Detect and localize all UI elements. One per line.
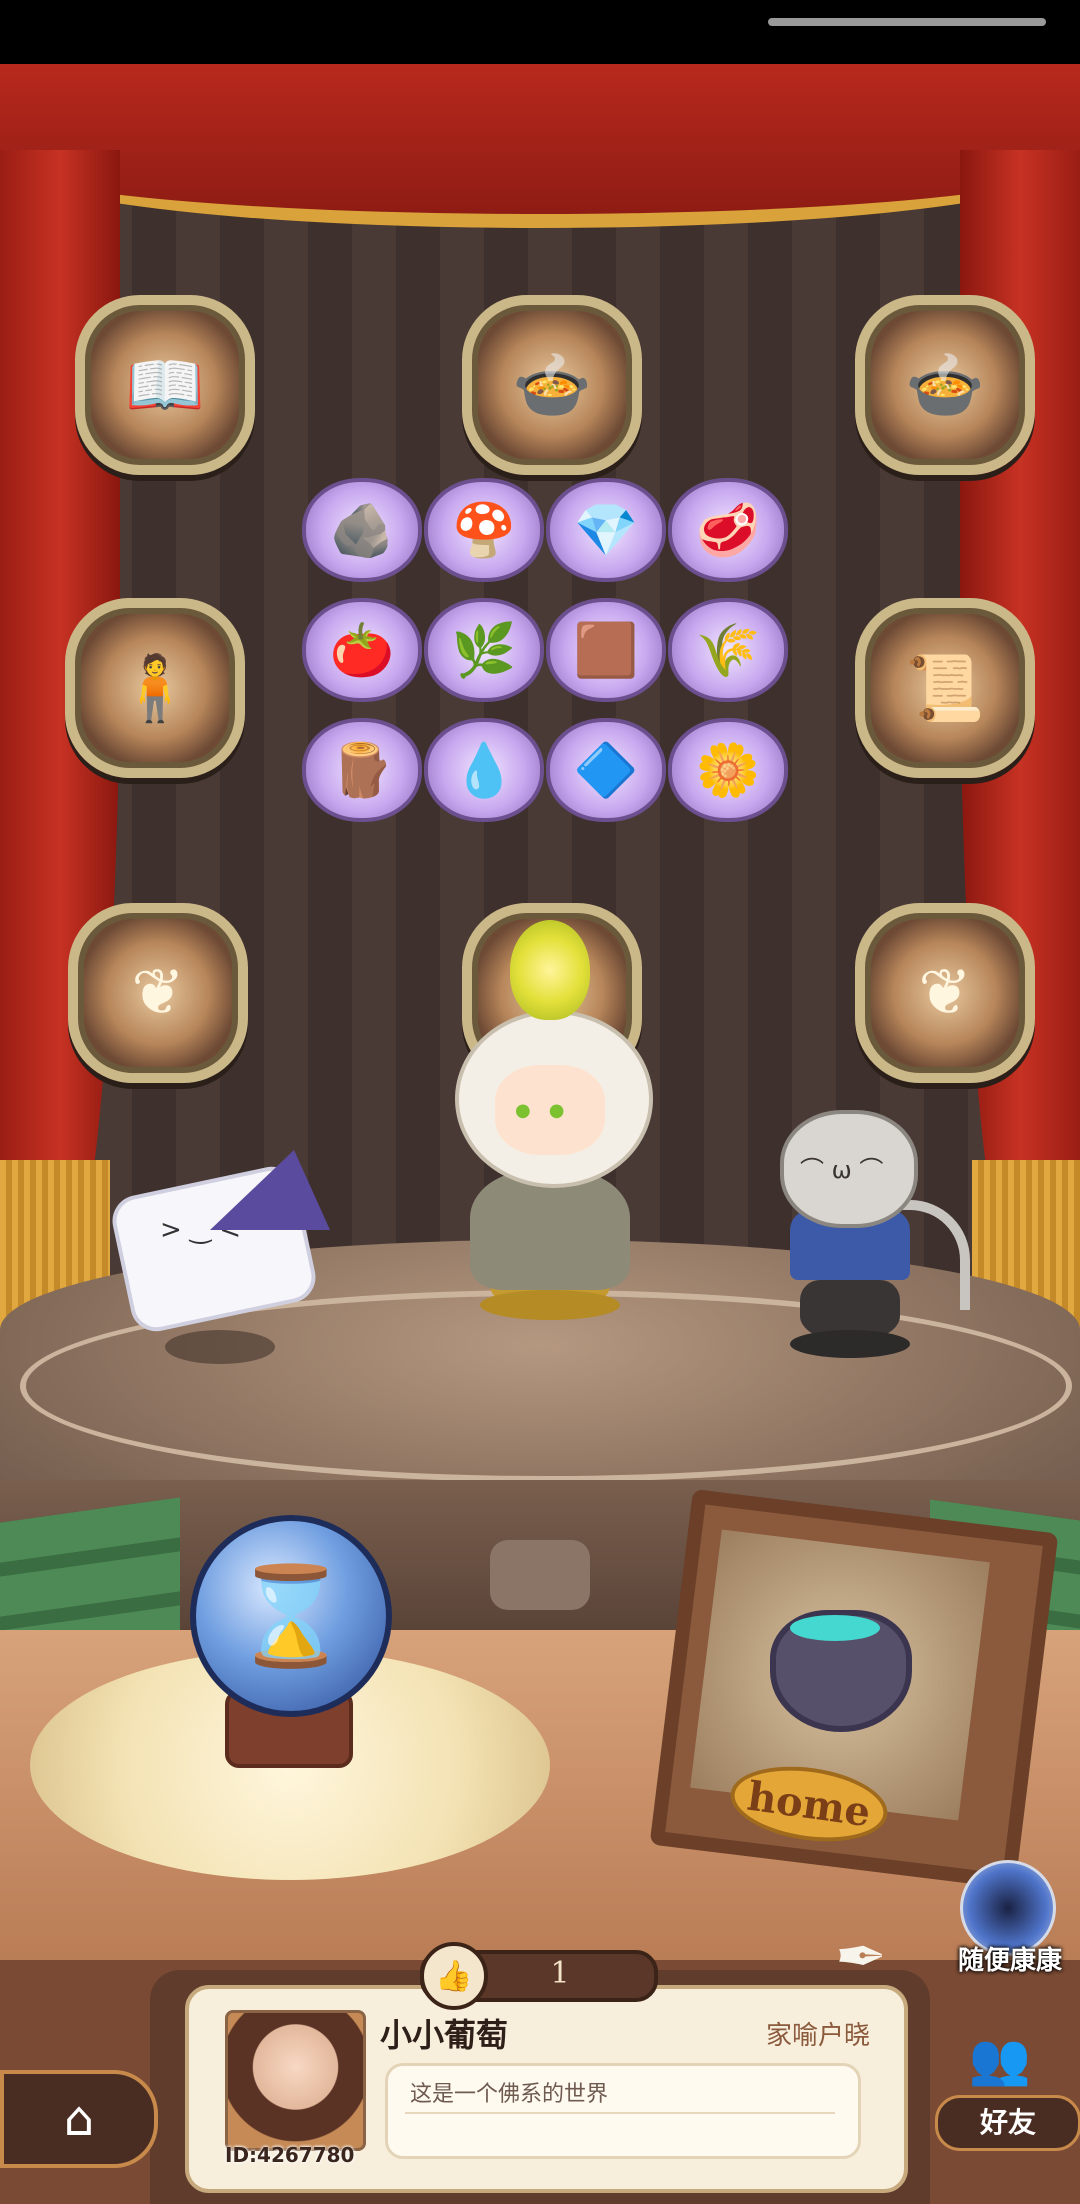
ornament-icon: ❦ — [131, 956, 185, 1030]
frame-ornament-left[interactable]: ❦ — [68, 903, 248, 1083]
avatar[interactable] — [225, 2010, 366, 2151]
stage-emblem — [490, 1540, 590, 1610]
friends-icon[interactable]: 👥 — [950, 2030, 1050, 2100]
ore-icon: 🪵 — [329, 740, 395, 801]
frame-ornament-right[interactable]: ❦ — [855, 903, 1035, 1083]
home-icon: ⌂ — [63, 2091, 95, 2147]
random-visit-button[interactable]: 随便康康 — [945, 1940, 1075, 1976]
cat-face: ⌒ ω ⌒ — [800, 1156, 884, 1184]
home-button[interactable]: ⌂ — [0, 2070, 158, 2168]
ingredient-purple-mushroom[interactable]: 🍄 — [424, 478, 544, 582]
thumbs-up-icon[interactable]: 👍 — [420, 1942, 488, 2010]
mud-icon: 🟫 — [573, 620, 639, 681]
frame-cauldron-center[interactable]: 🍲 — [462, 295, 642, 475]
frame-recipe-book[interactable]: 📖 — [75, 295, 255, 475]
ingredient-white-flower[interactable]: 🌼 — [668, 718, 788, 822]
ingredient-water-dish[interactable]: 💧 — [424, 718, 544, 822]
flame-icon — [510, 920, 590, 1020]
like-count: 1 — [550, 1956, 570, 1991]
ghost-shadow — [165, 1330, 275, 1364]
root-icon: 🥩 — [695, 500, 761, 561]
frame-cauldron-right[interactable]: 🍲 — [855, 295, 1035, 475]
chess-base — [790, 1330, 910, 1358]
mushroom-icon: 🍄 — [451, 500, 517, 561]
flower-icon: 🌼 — [695, 740, 761, 801]
ingredient-blue-powder[interactable]: 🔷 — [546, 718, 666, 822]
powder-icon: 🔷 — [573, 740, 639, 801]
book-icon: 📖 — [125, 348, 205, 423]
signature-text: 这是一个佛系的世界 — [410, 2082, 609, 2107]
herb-icon: 🌿 — [451, 620, 517, 681]
thumbs-up-glyph: 👍 — [435, 1958, 473, 1994]
candle-girl-body — [470, 1170, 630, 1290]
cauldron-icon: 🍲 — [905, 348, 985, 423]
frame-certificate[interactable]: 📜 — [855, 598, 1035, 778]
gesture-bar — [768, 18, 1046, 26]
hourglass-orb[interactable]: ⌛ — [190, 1515, 392, 1717]
doll-icon: 🧍 — [115, 651, 195, 726]
ingredient-wheat[interactable]: 🌾 — [668, 598, 788, 702]
ingredient-mud[interactable]: 🟫 — [546, 598, 666, 702]
ingredient-green-herb[interactable]: 🌿 — [424, 598, 544, 702]
cauldron-liquid — [790, 1615, 880, 1641]
ingredient-tomato[interactable]: 🍅 — [302, 598, 422, 702]
charcoal-icon: 🪨 — [329, 500, 395, 561]
candle-base — [480, 1290, 620, 1320]
nickname: 小小葡萄 — [380, 2016, 509, 2054]
status-bar — [0, 0, 1080, 64]
water-dish-icon: 💧 — [451, 740, 517, 801]
ingredient-white-crystal[interactable]: 💎 — [546, 478, 666, 582]
ingredient-charcoal[interactable]: 🪨 — [302, 478, 422, 582]
hourglass-icon: ⌛ — [231, 1559, 351, 1672]
friends-button[interactable]: 好友 — [935, 2095, 1080, 2151]
cauldron-icon: 🍲 — [512, 348, 592, 423]
curtain-top — [0, 64, 1080, 228]
ornament-icon: ❦ — [918, 956, 972, 1030]
ingredient-ore[interactable]: 🪵 — [302, 718, 422, 822]
user-title: 家喻户晓 — [765, 2021, 870, 2051]
crystal-icon: 💎 — [573, 500, 639, 561]
certificate-icon: 📜 — [905, 651, 985, 726]
signature-underline — [405, 2112, 835, 2114]
frame-doll[interactable]: 🧍 — [65, 598, 245, 778]
user-id: ID:4267780 — [225, 2143, 355, 2167]
ingredient-red-root[interactable]: 🥩 — [668, 478, 788, 582]
candle-girl-eyes: ●● — [515, 1100, 583, 1121]
quill-icon[interactable]: ✒ — [835, 1920, 905, 2010]
wheat-icon: 🌾 — [695, 620, 761, 681]
tomato-icon: 🍅 — [329, 620, 395, 681]
